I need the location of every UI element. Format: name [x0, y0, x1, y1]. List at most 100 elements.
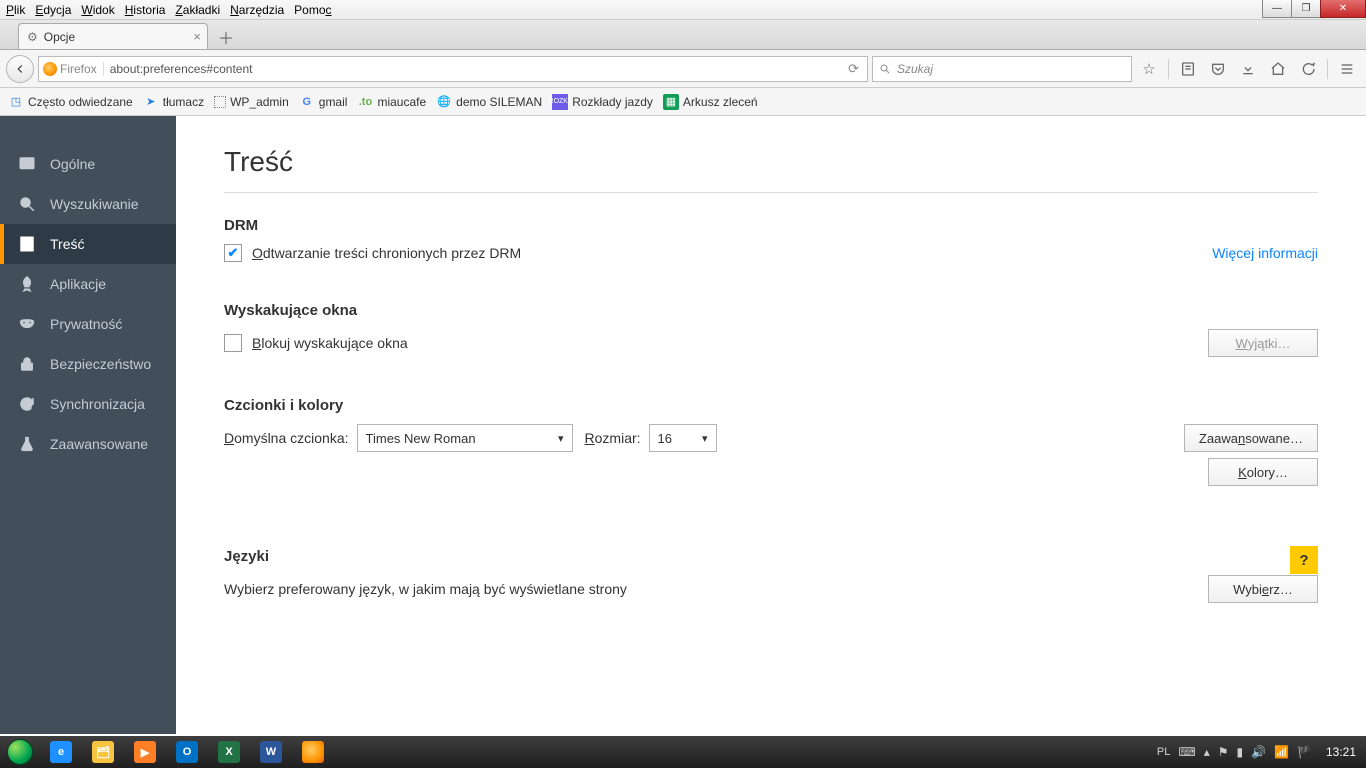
url-bar[interactable]: Firefox about:preferences#content ⟳: [38, 56, 868, 82]
chat-button[interactable]: [1295, 56, 1321, 82]
bookmark-most-visited[interactable]: ◳Często odwiedzane: [8, 94, 133, 110]
gear-icon: ⚙: [27, 30, 38, 44]
preferences-sidebar: Ogólne Wyszukiwanie Treść Aplikacje Pryw…: [0, 116, 176, 734]
mask-icon: [18, 315, 36, 333]
sidebar-label: Wyszukiwanie: [50, 196, 139, 212]
menu-file[interactable]: Plik: [6, 3, 25, 17]
sidebar-label: Ogólne: [50, 156, 95, 172]
sidebar-label: Prywatność: [50, 316, 122, 332]
sidebar-item-sync[interactable]: Synchronizacja: [0, 384, 176, 424]
sidebar-item-general[interactable]: Ogólne: [0, 144, 176, 184]
bookmark-wpadmin[interactable]: WP_admin: [214, 95, 289, 109]
tray-clock[interactable]: 13:21: [1326, 745, 1356, 759]
tray-action-center-icon[interactable]: ⚑: [1218, 745, 1229, 759]
hamburger-menu-button[interactable]: [1334, 56, 1360, 82]
menu-history[interactable]: Historia: [125, 3, 166, 17]
fonts-advanced-button[interactable]: Zaawansowane…: [1184, 424, 1318, 452]
bookmark-arkusz[interactable]: ▦Arkusz zleceń: [663, 94, 758, 110]
sheet-icon: ▦: [663, 94, 679, 110]
drm-more-info-link[interactable]: Więcej informacji: [1212, 245, 1318, 261]
drm-playback-checkbox[interactable]: [224, 244, 242, 262]
tray-battery-icon[interactable]: ▮: [1237, 745, 1244, 759]
bookmarks-menu-button[interactable]: [1175, 56, 1201, 82]
nav-toolbar: Firefox about:preferences#content ⟳ Szuk…: [0, 50, 1366, 88]
default-font-select[interactable]: Times New Roman: [357, 424, 573, 452]
section-heading-drm: DRM: [224, 217, 1318, 234]
arrow-left-icon: [13, 62, 27, 76]
bookmark-miaucafe[interactable]: .tomiaucafe: [357, 94, 426, 110]
search-placeholder: Szukaj: [897, 62, 933, 76]
bookmark-star-button[interactable]: ☆: [1136, 56, 1162, 82]
bookmark-tlumacz[interactable]: ➤tłumacz: [143, 94, 204, 110]
menu-view[interactable]: Widok: [81, 3, 114, 17]
sidebar-item-advanced[interactable]: Zaawansowane: [0, 424, 176, 464]
general-icon: [18, 155, 36, 173]
drm-playback-label: Odtwarzanie treści chronionych przez DRM: [252, 245, 521, 261]
tab-close-icon[interactable]: ×: [193, 29, 201, 44]
font-size-label: Rozmiar:: [585, 430, 641, 446]
magnifier-icon: [18, 195, 36, 213]
tray-flag-icon[interactable]: 🏴: [1297, 745, 1312, 759]
lock-icon: [18, 355, 36, 373]
taskbar-ie[interactable]: e: [40, 736, 82, 768]
help-button[interactable]: ?: [1290, 546, 1318, 574]
languages-description: Wybierz preferowany język, w jakim mają …: [224, 581, 627, 597]
system-tray: PL ⌨ ▴ ⚑ ▮ 🔊 📶 🏴 13:21: [1157, 745, 1366, 759]
taskbar-firefox[interactable]: [292, 736, 334, 768]
block-popups-checkbox[interactable]: [224, 334, 242, 352]
window-minimize-button[interactable]: —: [1262, 0, 1292, 18]
tray-volume-icon[interactable]: 🔊: [1251, 745, 1266, 759]
bookmark-gmail[interactable]: Ggmail: [299, 94, 348, 110]
os-menubar: Plik Edycja Widok Historia Zakładki Narz…: [0, 0, 1366, 20]
bookmark-sileman[interactable]: 🌐demo SILEMAN: [436, 94, 542, 110]
sidebar-item-applications[interactable]: Aplikacje: [0, 264, 176, 304]
downloads-button[interactable]: [1235, 56, 1261, 82]
sidebar-label: Treść: [50, 236, 84, 252]
sidebar-item-search[interactable]: Wyszukiwanie: [0, 184, 176, 224]
pocket-button[interactable]: [1205, 56, 1231, 82]
sidebar-item-privacy[interactable]: Prywatność: [0, 304, 176, 344]
taskbar-excel[interactable]: X: [208, 736, 250, 768]
sidebar-item-content[interactable]: Treść: [0, 224, 176, 264]
default-font-label: Domyślna czcionka:: [224, 430, 349, 446]
page-title: Treść: [224, 146, 1318, 193]
tray-keyboard-icon[interactable]: ⌨: [1178, 745, 1195, 759]
taskbar-word[interactable]: W: [250, 736, 292, 768]
new-tab-button[interactable]: ＋: [212, 25, 240, 49]
tray-network-icon[interactable]: 📶: [1274, 745, 1289, 759]
google-icon: G: [299, 94, 315, 110]
section-heading-fonts: Czcionki i kolory: [224, 397, 1318, 414]
taskbar-explorer[interactable]: 🗂: [82, 736, 124, 768]
window-close-button[interactable]: ✕: [1320, 0, 1366, 18]
flask-icon: [18, 435, 36, 453]
menu-edit[interactable]: Edycja: [35, 3, 71, 17]
globe-icon: 🌐: [436, 94, 452, 110]
tray-chevron-up-icon[interactable]: ▴: [1204, 745, 1210, 759]
preferences-main: Treść DRM Odtwarzanie treści chronionych…: [176, 116, 1366, 734]
menu-bookmarks[interactable]: Zakładki: [175, 3, 220, 17]
search-bar[interactable]: Szukaj: [872, 56, 1132, 82]
home-button[interactable]: [1265, 56, 1291, 82]
font-size-select[interactable]: 16: [649, 424, 717, 452]
popup-exceptions-button[interactable]: Wyjątki…: [1208, 329, 1318, 357]
taskbar-outlook[interactable]: O: [166, 736, 208, 768]
identity-box: Firefox: [43, 62, 104, 76]
tab-options[interactable]: ⚙ Opcje ×: [18, 23, 208, 49]
menu-help[interactable]: Pomoc: [294, 3, 331, 17]
window-maximize-button[interactable]: ❐: [1291, 0, 1321, 18]
choose-language-button[interactable]: Wybierz…: [1208, 575, 1318, 603]
tray-lang[interactable]: PL: [1157, 746, 1170, 758]
taskbar-mediaplayer[interactable]: ▶: [124, 736, 166, 768]
menu-tools[interactable]: Narzędzia: [230, 3, 284, 17]
back-button[interactable]: [6, 55, 34, 83]
sidebar-label: Aplikacje: [50, 276, 106, 292]
sidebar-label: Bezpieczeństwo: [50, 356, 151, 372]
colors-button[interactable]: Kolory…: [1208, 458, 1318, 486]
magnifier-icon: [879, 63, 891, 75]
rocket-icon: [18, 275, 36, 293]
sidebar-item-security[interactable]: Bezpieczeństwo: [0, 344, 176, 384]
windows-taskbar: e 🗂 ▶ O X W PL ⌨ ▴ ⚑ ▮ 🔊 📶 🏴 13:21: [0, 736, 1366, 768]
bookmark-rozklady[interactable]: ROZKŁRozkłady jazdy: [552, 94, 653, 110]
reload-button[interactable]: ⟳: [844, 61, 863, 77]
start-button[interactable]: [0, 736, 40, 768]
